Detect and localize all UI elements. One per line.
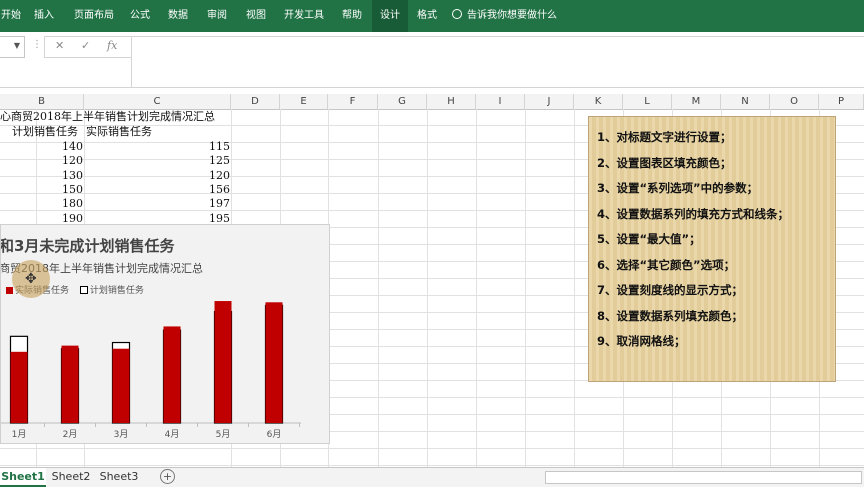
column-header-k[interactable]: K bbox=[574, 94, 623, 109]
cell-plan[interactable]: 120 bbox=[0, 153, 83, 168]
column-header-l[interactable]: L bbox=[623, 94, 672, 109]
horizontal-scrollbar[interactable] bbox=[545, 471, 862, 484]
cell-plan[interactable]: 130 bbox=[0, 168, 83, 183]
enter-icon[interactable]: ✓ bbox=[81, 39, 90, 52]
bar-actual[interactable] bbox=[61, 345, 79, 423]
sheet-tab-3[interactable]: Sheet3 bbox=[96, 468, 142, 485]
column-header-b[interactable]: B bbox=[0, 94, 84, 109]
column-header-c[interactable]: C bbox=[84, 94, 231, 109]
x-tick-label: 1月 bbox=[12, 429, 27, 440]
formula-input[interactable] bbox=[131, 36, 864, 88]
column-headers: BCDEFGHIJKLMNOP bbox=[0, 94, 864, 110]
column-header-e[interactable]: E bbox=[280, 94, 328, 109]
x-tick-label: 2月 bbox=[63, 429, 78, 440]
instruction-item: 8、设置数据系列填充颜色； bbox=[597, 308, 744, 323]
sheet-tab-bar: + Sheet1 Sheet2 Sheet3 bbox=[0, 467, 864, 487]
instruction-panel: 1、对标题文字进行设置； 2、设置图表区填充颜色； 3、设置“系列选项”中的参数； 4… bbox=[588, 116, 836, 382]
ribbon-tab-1[interactable]: 插入 bbox=[22, 0, 66, 32]
column-header-f[interactable]: F bbox=[328, 94, 378, 109]
tell-me-text: 告诉我你想要做什么 bbox=[467, 10, 557, 21]
bar-actual[interactable] bbox=[214, 301, 232, 423]
column-header-d[interactable]: D bbox=[231, 94, 280, 109]
x-tick-label: 6月 bbox=[267, 429, 282, 440]
bar-actual[interactable] bbox=[163, 326, 181, 423]
ribbon-tab-2[interactable]: 页面布局 bbox=[66, 0, 122, 32]
cancel-icon[interactable]: ✕ bbox=[55, 39, 64, 52]
instruction-item: 4、设置数据系列的填充方式和线条； bbox=[597, 206, 789, 221]
cell-plan[interactable]: 150 bbox=[0, 182, 83, 197]
chart-area[interactable]: 和3月未完成计划销售任务 商贸2018年上半年销售计划完成情况汇总 实际销售任务… bbox=[0, 224, 330, 444]
ribbon-tab-bar: 开始 插入 页面布局 公式 数据 审阅 视图 开发工具 帮助 设计 格式 告诉我你想要做什么 bbox=[0, 0, 864, 32]
cell-actual[interactable]: 120 bbox=[84, 168, 230, 183]
column-header-n[interactable]: N bbox=[721, 94, 770, 109]
ribbon-tab-9[interactable]: 设计 bbox=[372, 0, 408, 32]
add-sheet-button[interactable]: + bbox=[160, 469, 175, 484]
x-tick-label: 5月 bbox=[216, 429, 231, 440]
chart-plot: 1月 2月 3月 4月 5月 6月 bbox=[1, 301, 301, 440]
instruction-item: 7、设置刻度线的显示方式； bbox=[597, 283, 744, 297]
x-tick-label: 4月 bbox=[165, 429, 180, 440]
cell-actual[interactable]: 115 bbox=[84, 139, 230, 154]
ribbon-tab-0[interactable]: 开始 bbox=[0, 0, 22, 32]
cell-plan[interactable]: 140 bbox=[0, 139, 83, 154]
ribbon-tab-10[interactable]: 格式 bbox=[408, 0, 446, 32]
column-header-o[interactable]: O bbox=[770, 94, 819, 109]
search-icon bbox=[452, 9, 462, 19]
instruction-item: 5、设置“最大值”； bbox=[597, 232, 701, 246]
formula-bar: ▼ ⋮ ✕ ✓ fx bbox=[0, 32, 864, 88]
cell-plan[interactable]: 180 bbox=[0, 196, 83, 211]
column-header-j[interactable]: J bbox=[525, 94, 574, 109]
ribbon-tab-4[interactable]: 数据 bbox=[158, 0, 198, 32]
instruction-item: 1、对标题文字进行设置； bbox=[597, 130, 732, 144]
formula-buttons: ✕ ✓ fx bbox=[44, 36, 132, 58]
ribbon-tab-7[interactable]: 开发工具 bbox=[276, 0, 332, 32]
ribbon-tab-3[interactable]: 公式 bbox=[122, 0, 158, 32]
ribbon-tab-5[interactable]: 审阅 bbox=[198, 0, 236, 32]
column-header-h[interactable]: H bbox=[427, 94, 476, 109]
bar-actual[interactable] bbox=[112, 348, 130, 423]
title-cell[interactable]: 心商贸2018年上半年销售计划完成情况汇总 bbox=[0, 109, 215, 124]
insert-function-icon[interactable]: fx bbox=[107, 39, 117, 52]
tell-me-search[interactable]: 告诉我你想要做什么 bbox=[452, 0, 557, 32]
bar-actual[interactable] bbox=[265, 302, 283, 423]
column-header-p[interactable]: P bbox=[819, 94, 864, 109]
header-plan-cell[interactable]: 计划销售任务 bbox=[12, 124, 78, 139]
chevron-down-icon[interactable]: ▼ bbox=[14, 41, 20, 50]
sheet-tab-2[interactable]: Sheet2 bbox=[48, 468, 94, 485]
instruction-item: 2、设置图表区填充颜色； bbox=[597, 155, 732, 170]
ribbon-tab-6[interactable]: 视图 bbox=[236, 0, 276, 32]
move-cursor-icon: ✥ bbox=[25, 271, 37, 287]
bar-actual[interactable] bbox=[10, 351, 28, 423]
cell-actual[interactable]: 197 bbox=[84, 196, 230, 211]
instruction-item: 3、设置“系列选项”中的参数； bbox=[597, 181, 759, 195]
more-icon: ⋮ bbox=[32, 39, 42, 50]
x-tick-label: 3月 bbox=[114, 429, 129, 440]
cell-actual[interactable]: 125 bbox=[84, 153, 230, 168]
cell-actual[interactable]: 156 bbox=[84, 182, 230, 197]
column-header-g[interactable]: G bbox=[378, 94, 427, 109]
column-header-i[interactable]: I bbox=[476, 94, 525, 109]
sheet-tab-1[interactable]: Sheet1 bbox=[0, 468, 46, 487]
name-box[interactable]: ▼ bbox=[0, 36, 25, 58]
ribbon-tab-8[interactable]: 帮助 bbox=[332, 0, 372, 32]
header-actual-cell[interactable]: 实际销售任务 bbox=[86, 124, 152, 139]
column-header-m[interactable]: M bbox=[672, 94, 721, 109]
instruction-item: 9、取消网格线； bbox=[597, 334, 686, 348]
instruction-item: 6、选择“其它颜色”选项； bbox=[597, 257, 736, 272]
